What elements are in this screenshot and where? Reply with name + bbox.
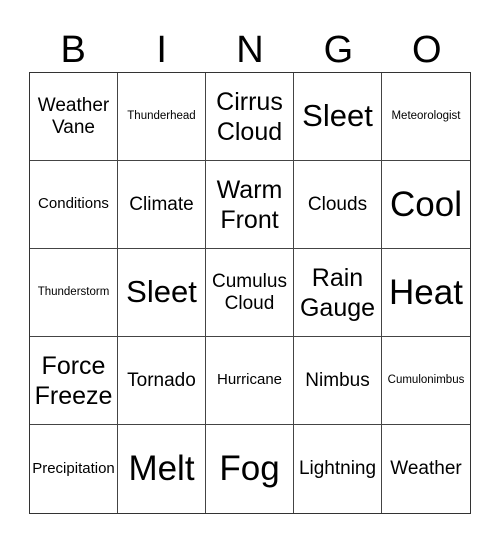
bingo-cell[interactable]: Climate [118, 161, 206, 249]
bingo-cell[interactable]: Weather Vane [30, 73, 118, 161]
header-letter-g: G [323, 29, 354, 71]
bingo-cell[interactable]: Sleet [118, 249, 206, 337]
bingo-cell[interactable]: Hurricane [206, 337, 294, 425]
header-letter-n: N [236, 29, 264, 71]
bingo-cell[interactable]: Meteorologist [382, 73, 470, 161]
bingo-cell[interactable]: Rain Gauge [294, 249, 382, 337]
bingo-cell[interactable]: Tornado [118, 337, 206, 425]
bingo-header: B I N G O [29, 28, 471, 72]
bingo-cell[interactable]: Fog [206, 425, 294, 513]
bingo-cell[interactable]: Cool [382, 161, 470, 249]
bingo-cell[interactable]: Nimbus [294, 337, 382, 425]
bingo-cell[interactable]: Cumulonimbus [382, 337, 470, 425]
header-letter-o: O [412, 29, 442, 71]
header-letter-i: I [156, 29, 167, 71]
bingo-cell[interactable]: Lightning [294, 425, 382, 513]
bingo-cell[interactable]: Weather [382, 425, 470, 513]
bingo-cell[interactable]: Force Freeze [30, 337, 118, 425]
bingo-cell[interactable]: Cumulus Cloud [206, 249, 294, 337]
bingo-cell[interactable]: Heat [382, 249, 470, 337]
bingo-cell[interactable]: Sleet [294, 73, 382, 161]
bingo-cell[interactable]: Clouds [294, 161, 382, 249]
bingo-cell[interactable]: Cirrus Cloud [206, 73, 294, 161]
bingo-cell[interactable]: Conditions [30, 161, 118, 249]
bingo-cell[interactable]: Thunderhead [118, 73, 206, 161]
bingo-cell[interactable]: Warm Front [206, 161, 294, 249]
header-letter-b: B [60, 29, 86, 71]
bingo-cell[interactable]: Precipitation [30, 425, 118, 513]
bingo-cell[interactable]: Thunderstorm [30, 249, 118, 337]
bingo-cell[interactable]: Melt [118, 425, 206, 513]
bingo-card-grid: Weather Vane Thunderhead Cirrus Cloud Sl… [29, 72, 471, 514]
